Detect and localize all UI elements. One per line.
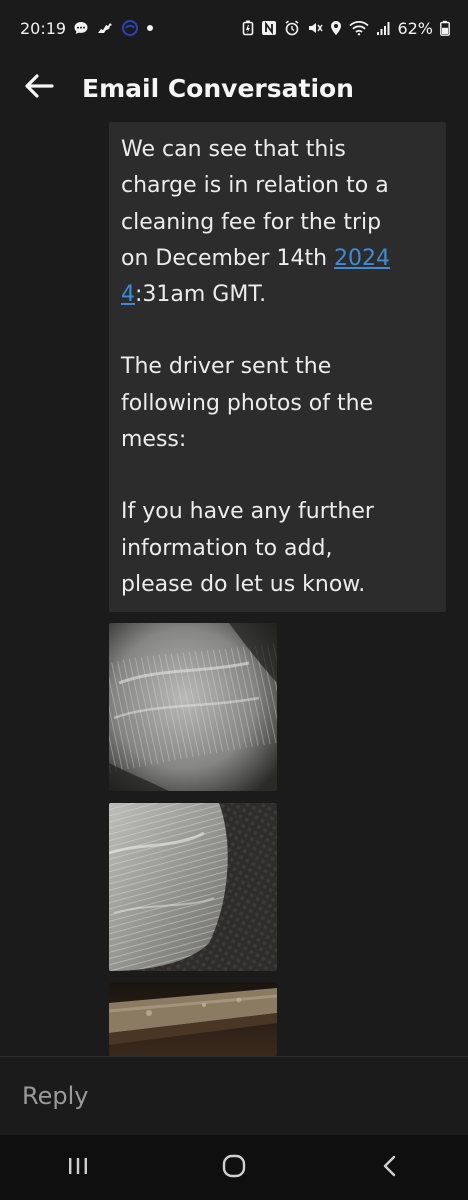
- message-line: :31am GMT.: [135, 282, 267, 308]
- message-paragraph-3: If you have any further information to a…: [121, 494, 434, 603]
- system-nav-bar: [0, 1135, 468, 1200]
- seat-photo-image: [109, 803, 277, 971]
- floor-photo-image: [109, 983, 277, 1056]
- message-line: If you have any further: [121, 499, 374, 525]
- conversation-area[interactable]: We can see that this charge is in relati…: [0, 120, 468, 1056]
- status-right: 62%: [242, 19, 450, 38]
- app-bar: Email Conversation: [0, 56, 468, 120]
- status-left: 20:19: [20, 19, 154, 38]
- home-button[interactable]: [204, 1143, 264, 1193]
- message-line: mess:: [121, 427, 187, 453]
- message-line: cleaning fee for the trip: [121, 209, 382, 235]
- battery-percent: 62%: [397, 18, 433, 38]
- alarm-icon: [284, 20, 300, 36]
- reply-input[interactable]: Reply: [0, 1057, 468, 1135]
- message-paragraph-2: The driver sent the following photos of …: [121, 349, 434, 458]
- photo-3[interactable]: [109, 983, 277, 1056]
- status-bar: 20:19 62%: [0, 0, 468, 56]
- nav-back-button[interactable]: [360, 1143, 420, 1193]
- home-icon: [221, 1153, 247, 1183]
- back-icon: [379, 1154, 401, 1182]
- battery-saver-icon: [242, 20, 254, 36]
- page-title: Email Conversation: [82, 73, 354, 103]
- message-line: following photos of the: [121, 390, 374, 416]
- seat-photo-image: [109, 623, 277, 791]
- photo-2[interactable]: [109, 803, 277, 971]
- photo-1[interactable]: [109, 623, 277, 791]
- date-link[interactable]: 2024: [334, 246, 390, 271]
- mute-icon: [307, 20, 324, 36]
- reply-placeholder: Reply: [22, 1082, 89, 1110]
- message-line: on December 14th: [121, 245, 335, 271]
- message-line: charge is in relation to a: [121, 173, 389, 199]
- dot-icon: [146, 24, 154, 32]
- battery-icon: [440, 20, 450, 36]
- back-button[interactable]: [22, 71, 56, 105]
- nfc-icon: [261, 20, 277, 36]
- location-icon: [330, 20, 342, 36]
- chat-bubble-icon: [73, 20, 89, 36]
- message-line: We can see that this: [121, 137, 346, 162]
- arrow-left-icon: [24, 73, 54, 103]
- horse-icon: [96, 20, 114, 36]
- message-bubble: We can see that this charge is in relati…: [109, 122, 446, 612]
- recent-apps-button[interactable]: [48, 1143, 108, 1193]
- message-paragraph-1: We can see that this charge is in relati…: [121, 132, 434, 313]
- signal-icon: [376, 20, 390, 36]
- app-logo-icon: [121, 19, 139, 37]
- wifi-icon: [349, 20, 370, 36]
- message-line: please do let us know.: [121, 571, 366, 597]
- message-line: The driver sent the: [121, 354, 332, 380]
- date-link-continued[interactable]: 4: [121, 282, 135, 307]
- message-line: information to add,: [121, 535, 333, 561]
- recent-apps-icon: [66, 1155, 90, 1181]
- status-time: 20:19: [20, 18, 67, 38]
